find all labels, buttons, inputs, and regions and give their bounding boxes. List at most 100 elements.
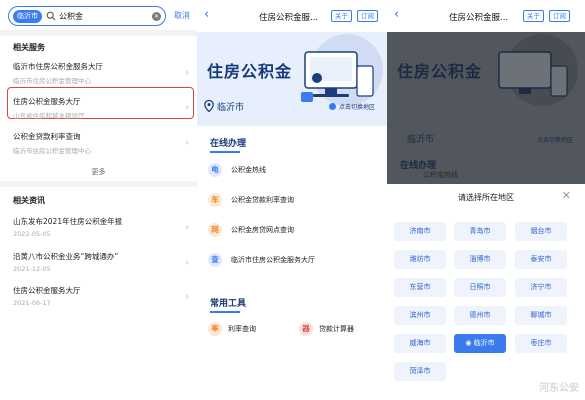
list-item[interactable]: 临沂市住房公积金服务大厅 临沂市住房公积金管理中心 ›	[13, 61, 191, 85]
page-title: 住房公积金服...	[259, 13, 319, 23]
city-chip[interactable]: 临沂市	[13, 9, 42, 23]
list-item[interactable]: 公积金贷款利率查询 临沂市住房公积金管理中心 ›	[13, 131, 191, 155]
follow-button[interactable]: 关于	[331, 10, 352, 22]
watermark: 河东公安	[539, 383, 579, 394]
item-title: 住房公积金服务大厅	[13, 97, 81, 106]
city-option[interactable]: 烟台市	[515, 222, 567, 241]
city-option[interactable]: 聊城市	[515, 306, 567, 325]
service-item-hall[interactable]: 查 临沂市住房公积金服务大厅	[208, 252, 378, 268]
subscribe-button[interactable]: 订阅	[549, 10, 570, 22]
news-title: 山东发布2021年住房公积金年报	[13, 217, 123, 226]
services-card: 在线办理 电 公积金热线 车 公积金贷款利率查询 网 公积金房贷网点查询 查 临…	[197, 126, 387, 400]
city-option[interactable]: 淄博市	[454, 250, 506, 269]
close-icon[interactable]: ✕	[562, 189, 571, 202]
more-button[interactable]: 更多	[0, 167, 197, 177]
section-title-services: 相关服务	[13, 43, 45, 52]
list-item[interactable]: 住房公积金服务大厅 山东省住房和城乡建设厅 ›	[13, 96, 191, 120]
query-icon: 查	[208, 253, 222, 267]
location-name: 临沂市	[407, 135, 435, 145]
location-row: 临沂市 点击切换地区	[197, 99, 387, 115]
service-item-branches[interactable]: 网 公积金房贷网点查询	[208, 222, 378, 238]
title-underline	[210, 151, 240, 153]
region-picker-panel: ‹ 住房公积金服... 关于 订阅 住房公积金 临沂市 点击切换地区 在线办理 …	[387, 0, 585, 400]
city-option[interactable]: 枣庄市	[515, 334, 567, 353]
city-option[interactable]: 日照市	[454, 278, 506, 297]
news-item[interactable]: 住房公积金服务大厅 2021-06-17 ›	[13, 285, 191, 307]
service-item-loan-rate[interactable]: 车 公积金贷款利率查询	[208, 192, 378, 208]
rate-icon: 率	[208, 322, 222, 336]
news-title: 住房公积金服务大厅	[13, 286, 81, 295]
city-option-selected[interactable]: ◉ 临沂市	[454, 334, 506, 353]
chevron-right-icon: ›	[185, 258, 189, 268]
item-subtitle: 临沂市住房公积金管理中心	[13, 77, 91, 85]
chevron-right-icon: ›	[185, 68, 189, 78]
search-icon	[46, 11, 56, 21]
city-option[interactable]: 滨州市	[394, 306, 446, 325]
city-option[interactable]: 东营市	[394, 278, 446, 297]
tool-loan-calculator[interactable]: 器 贷款计算器	[299, 322, 354, 336]
service-item-hotline[interactable]: 电 公积金热线	[208, 162, 378, 178]
car-icon: 车	[208, 193, 222, 207]
divider	[0, 181, 197, 187]
service-label: 公积金热线	[231, 166, 266, 174]
service-label: 临沂市住房公积金服务大厅	[231, 256, 315, 264]
hero-title: 住房公积金	[207, 62, 293, 81]
back-icon[interactable]: ‹	[394, 7, 399, 22]
subscribe-button[interactable]: 订阅	[357, 10, 378, 22]
location-pin-icon	[204, 100, 214, 112]
network-icon: 网	[208, 223, 222, 237]
tools-title: 常用工具	[210, 299, 247, 309]
city-option[interactable]: 威海市	[394, 334, 446, 353]
online-services-title: 在线办理	[210, 139, 247, 149]
city-option[interactable]: 菏泽市	[394, 362, 446, 381]
tool-label: 利率查询	[228, 325, 256, 333]
location-name: 临沂市	[217, 103, 245, 113]
news-item[interactable]: 沿黄八市公积金业务“跨城通办” 2021-12-05 ›	[13, 251, 191, 273]
title-underline	[210, 311, 240, 313]
back-icon[interactable]: ‹	[204, 7, 209, 22]
item-subtitle: 临沂市住房公积金管理中心	[13, 147, 91, 155]
dimmed-overlay[interactable]: 住房公积金 临沂市 点击切换地区 在线办理 公积金热线	[387, 32, 585, 184]
search-input[interactable]: 公积金	[59, 11, 152, 22]
city-option[interactable]: 济宁市	[515, 278, 567, 297]
follow-button[interactable]: 关于	[523, 10, 544, 22]
clear-icon[interactable]: ✕	[152, 11, 161, 21]
service-label: 公积金贷款利率查询	[231, 196, 294, 204]
calculator-icon: 器	[299, 322, 313, 336]
city-option[interactable]: 德州市	[454, 306, 506, 325]
chevron-right-icon: ›	[185, 103, 189, 113]
news-date: 2022-05-05	[13, 230, 51, 238]
service-page-panel: ‹ 住房公积金服... 关于 订阅 住房公积金 临沂市 点击切换地区 在线办理 …	[197, 0, 387, 400]
hero-title: 住房公积金	[397, 62, 483, 81]
search-results-panel: 临沂市 公积金 ✕ 取消 相关服务 临沂市住房公积金服务大厅 临沂市住房公积金管…	[0, 0, 197, 400]
divider	[0, 30, 197, 36]
item-title: 临沂市住房公积金服务大厅	[13, 62, 103, 71]
top-bar: ‹ 住房公积金服... 关于 订阅	[197, 0, 387, 32]
city-option[interactable]: 泰安市	[515, 250, 567, 269]
switch-icon	[328, 103, 336, 110]
news-item[interactable]: 山东发布2021年住房公积金年报 2022-05-05 ›	[13, 216, 191, 238]
chevron-right-icon: ›	[185, 292, 189, 302]
switch-region-button[interactable]: 点击切换地区	[328, 102, 375, 111]
chevron-right-icon: ›	[185, 138, 189, 148]
region-picker-sheet: 请选择所在地区 ✕ 济南市 青岛市 烟台市 潍坊市 淄博市 泰安市 东营市 日照…	[387, 184, 585, 400]
tool-label: 贷款计算器	[319, 325, 354, 333]
service-label: 公积金房贷网点查询	[231, 226, 294, 234]
search-bar[interactable]: 临沂市 公积金 ✕	[8, 6, 166, 26]
city-option[interactable]: 青岛市	[454, 222, 506, 241]
tool-rate-query[interactable]: 率 利率查询	[208, 322, 256, 336]
switch-region-label: 点击切换地区	[536, 137, 573, 144]
news-date: 2021-06-17	[13, 299, 51, 307]
city-option[interactable]: 潍坊市	[394, 250, 446, 269]
sheet-title: 请选择所在地区	[458, 193, 514, 202]
news-date: 2021-12-05	[13, 265, 51, 273]
phone-icon: 电	[208, 163, 222, 177]
page-title: 住房公积金服...	[449, 13, 509, 23]
news-title: 沿黄八市公积金业务“跨城通办”	[13, 252, 119, 261]
item-subtitle: 山东省住房和城乡建设厅	[13, 112, 85, 120]
item-title: 公积金贷款利率查询	[13, 132, 81, 141]
section-title-news: 相关资讯	[13, 196, 45, 205]
city-option[interactable]: 济南市	[394, 222, 446, 241]
service-label: 公积金热线	[423, 171, 458, 179]
cancel-button[interactable]: 取消	[174, 10, 190, 21]
